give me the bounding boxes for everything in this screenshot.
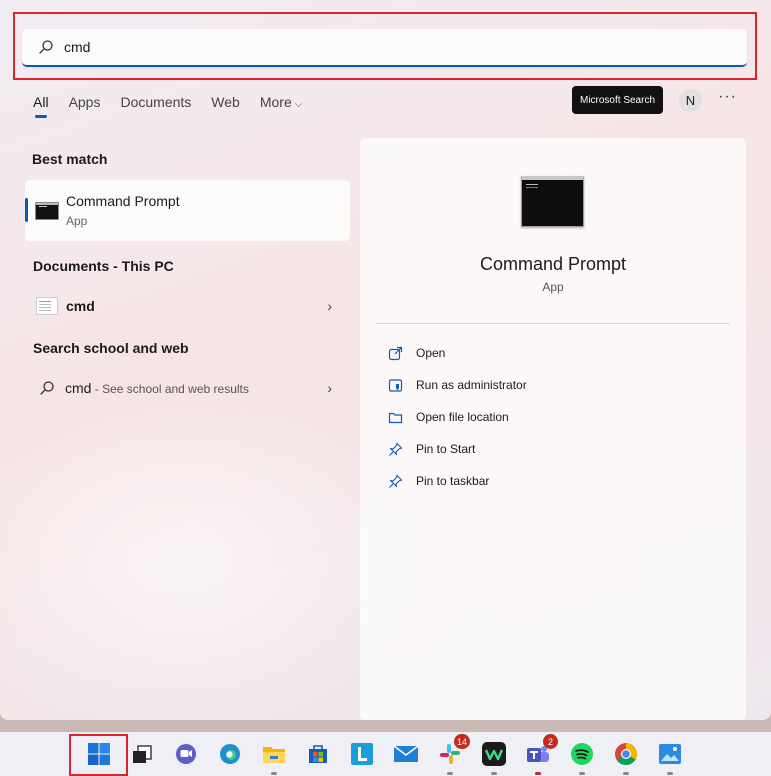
more-options-icon[interactable]: ··· — [718, 88, 737, 106]
l-app-icon — [351, 743, 373, 765]
web-query: cmd — [65, 380, 92, 396]
tab-apps[interactable]: Apps — [69, 94, 101, 118]
documents-heading: Documents - This PC — [33, 258, 174, 274]
running-indicator — [491, 772, 497, 775]
preview-title: Command Prompt — [479, 254, 627, 274]
action-pin-to-taskbar[interactable]: Pin to taskbar — [386, 471, 489, 491]
tab-all[interactable]: All — [33, 94, 49, 118]
taskbar: 14 2 — [0, 732, 771, 776]
slack-button[interactable]: 14 — [436, 734, 470, 775]
running-indicator — [667, 772, 673, 775]
open-external-icon — [386, 344, 404, 362]
microsoft-search-button[interactable]: Microsoft Search — [572, 86, 663, 114]
tab-more-label: More — [259, 94, 292, 110]
l-app-button[interactable] — [348, 740, 376, 768]
pin-icon — [386, 440, 404, 458]
spotify-button[interactable] — [568, 740, 596, 775]
windows-icon — [88, 743, 110, 765]
search-input[interactable] — [64, 39, 704, 55]
action-pin-to-start[interactable]: Pin to Start — [386, 439, 475, 459]
task-view-button[interactable] — [128, 740, 156, 768]
document-result-label: cmd — [66, 298, 95, 314]
avatar[interactable]: N — [679, 89, 702, 112]
action-open-file-location[interactable]: Open file location — [386, 407, 509, 427]
chat-icon — [176, 744, 196, 764]
running-indicator — [535, 772, 541, 775]
best-match-type: App — [66, 214, 88, 228]
spotify-icon — [571, 743, 593, 765]
edge-button[interactable] — [216, 740, 244, 768]
task-view-icon — [133, 745, 152, 763]
preview-divider — [376, 323, 730, 324]
web-heading: Search school and web — [33, 340, 189, 356]
document-result-row[interactable]: cmd › — [25, 289, 350, 323]
best-match-item[interactable]: Command Prompt App — [25, 180, 350, 241]
teams-button[interactable]: 2 — [524, 734, 558, 775]
running-indicator — [447, 772, 453, 775]
web-hint: - See school and web results — [91, 382, 249, 396]
preview-pane: Command Prompt App Open Run as administr… — [360, 138, 746, 720]
preview-subtitle: App — [542, 280, 564, 294]
search-panel: All Apps Documents Web More⌵ Microsoft S… — [0, 0, 771, 720]
edge-icon — [220, 744, 240, 764]
tab-more[interactable]: More ⌵ — [260, 94, 303, 118]
chrome-icon — [615, 743, 637, 765]
mail-button[interactable] — [392, 740, 420, 768]
mail-icon — [393, 745, 419, 762]
tab-documents[interactable]: Documents — [120, 94, 191, 118]
file-explorer-button[interactable] — [260, 740, 288, 775]
pin-icon — [386, 472, 404, 490]
best-match-heading: Best match — [32, 151, 108, 167]
command-prompt-icon — [35, 202, 59, 220]
running-indicator — [623, 772, 629, 775]
tab-web[interactable]: Web — [211, 94, 240, 118]
folder-icon — [263, 747, 285, 763]
webex-button[interactable] — [480, 740, 508, 775]
photos-icon — [659, 744, 681, 764]
chat-button[interactable] — [172, 740, 200, 768]
start-button[interactable] — [85, 740, 113, 768]
folder-icon — [386, 408, 404, 426]
command-prompt-large-icon — [521, 176, 584, 227]
chevron-right-icon: › — [327, 380, 332, 396]
filter-tabs: All Apps Documents Web More ⌵ — [33, 94, 322, 118]
store-icon — [309, 745, 327, 763]
search-icon — [38, 379, 56, 397]
chevron-down-icon: ⌵ — [294, 99, 303, 110]
notification-badge: 2 — [543, 734, 558, 749]
action-open[interactable]: Open — [386, 343, 445, 363]
action-label: Run as administrator — [416, 378, 527, 392]
notification-badge: 14 — [453, 734, 470, 749]
shield-icon — [386, 376, 404, 394]
store-button[interactable] — [304, 740, 332, 768]
running-indicator — [271, 772, 277, 775]
action-label: Pin to taskbar — [416, 474, 490, 488]
selection-indicator — [25, 198, 28, 222]
photos-button[interactable] — [656, 740, 684, 775]
webex-icon — [482, 742, 506, 766]
action-label: Open file location — [416, 410, 509, 424]
document-icon — [36, 297, 58, 315]
chrome-button[interactable] — [612, 740, 640, 775]
search-icon — [36, 37, 56, 57]
web-result-row[interactable]: cmd - See school and web results › — [25, 371, 350, 405]
web-result-text: cmd - See school and web results — [65, 380, 249, 396]
best-match-name: Command Prompt — [66, 193, 180, 209]
action-label: Pin to Start — [416, 442, 476, 456]
search-box[interactable] — [22, 29, 747, 67]
chevron-right-icon: › — [327, 298, 332, 314]
running-indicator — [579, 772, 585, 775]
action-label: Open — [416, 346, 446, 360]
action-run-as-administrator[interactable]: Run as administrator — [386, 375, 527, 395]
